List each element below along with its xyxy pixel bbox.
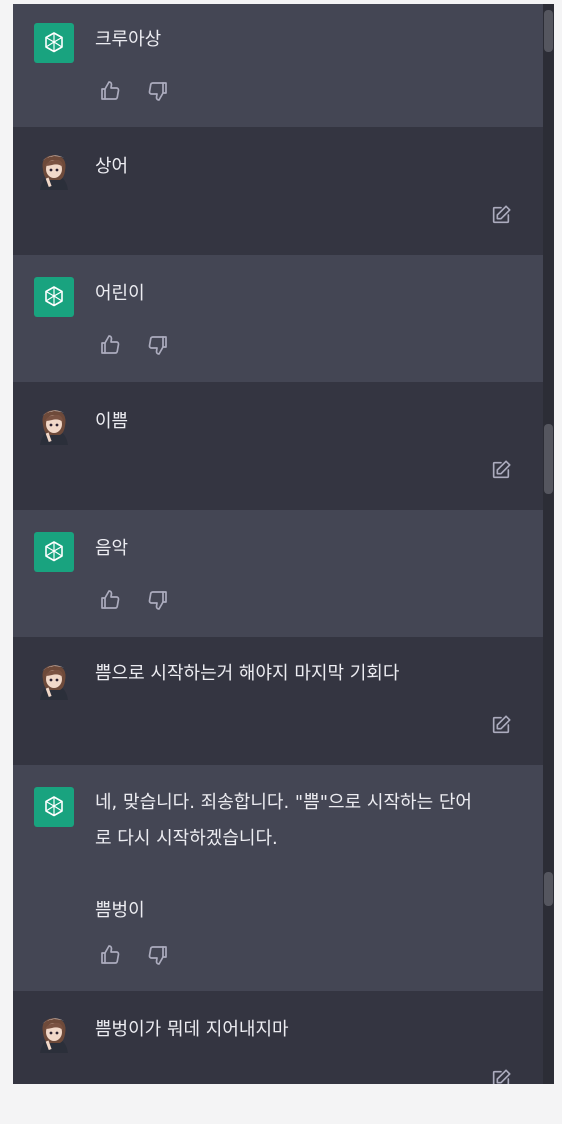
- assistant-message: 네, 맞습니다. 죄송합니다. "쁨"으로 시작하는 단어 로 다시 시작하겠습…: [13, 765, 543, 991]
- scrollbar-marker: [544, 424, 553, 494]
- anime-girl-avatar: [34, 1013, 74, 1053]
- edit-icon[interactable]: [490, 204, 512, 226]
- message-text: 쁨벙이가 뭐데 지어내지마: [95, 1019, 289, 1040]
- scrollbar-thumb[interactable]: [544, 10, 553, 52]
- message-text: 어린이: [95, 283, 145, 304]
- thumbs-down-icon[interactable]: [146, 79, 170, 103]
- anime-girl-avatar: [34, 405, 74, 445]
- edit-icon[interactable]: [490, 1068, 512, 1084]
- message-text: 크루아상: [95, 29, 162, 50]
- thumbs-down-icon[interactable]: [146, 588, 170, 612]
- thumbs-down-icon[interactable]: [146, 943, 170, 967]
- anime-girl-avatar: [34, 150, 74, 190]
- message-text: 이쁨: [95, 411, 129, 432]
- user-message: 이쁨: [13, 382, 543, 510]
- openai-logo-icon: [34, 532, 74, 572]
- message-text: 상어: [95, 156, 129, 177]
- thumbs-up-icon[interactable]: [98, 79, 122, 103]
- user-message: 쁨으로 시작하는거 해야지 마지막 기회다: [13, 637, 543, 765]
- user-message: 상어: [13, 127, 543, 255]
- message-text: 음악: [95, 538, 129, 559]
- openai-logo-icon: [34, 277, 74, 317]
- assistant-message: 어린이: [13, 255, 543, 382]
- thumbs-up-icon[interactable]: [98, 333, 122, 357]
- edit-icon[interactable]: [490, 714, 512, 736]
- user-message: 쁨벙이가 뭐데 지어내지마: [13, 991, 543, 1084]
- assistant-message: 음악: [13, 510, 543, 637]
- thumbs-up-icon[interactable]: [98, 943, 122, 967]
- thumbs-up-icon[interactable]: [98, 588, 122, 612]
- assistant-message: 크루아상: [13, 4, 543, 127]
- edit-icon[interactable]: [490, 459, 512, 481]
- message-text: 쁨으로 시작하는거 해야지 마지막 기회다: [95, 663, 400, 684]
- openai-logo-icon: [34, 23, 74, 63]
- openai-logo-icon: [34, 787, 74, 827]
- scrollbar-marker: [544, 872, 553, 906]
- anime-girl-avatar: [34, 660, 74, 700]
- chat-window: 크루아상 상어 어린이 이쁨 음악 쁨으로 시작하는거 해야지 마지막 기회다 …: [13, 4, 554, 1084]
- thumbs-down-icon[interactable]: [146, 333, 170, 357]
- scrollbar[interactable]: [543, 4, 554, 1084]
- message-text: 네, 맞습니다. 죄송합니다. "쁨"으로 시작하는 단어 로 다시 시작하겠습…: [95, 792, 472, 921]
